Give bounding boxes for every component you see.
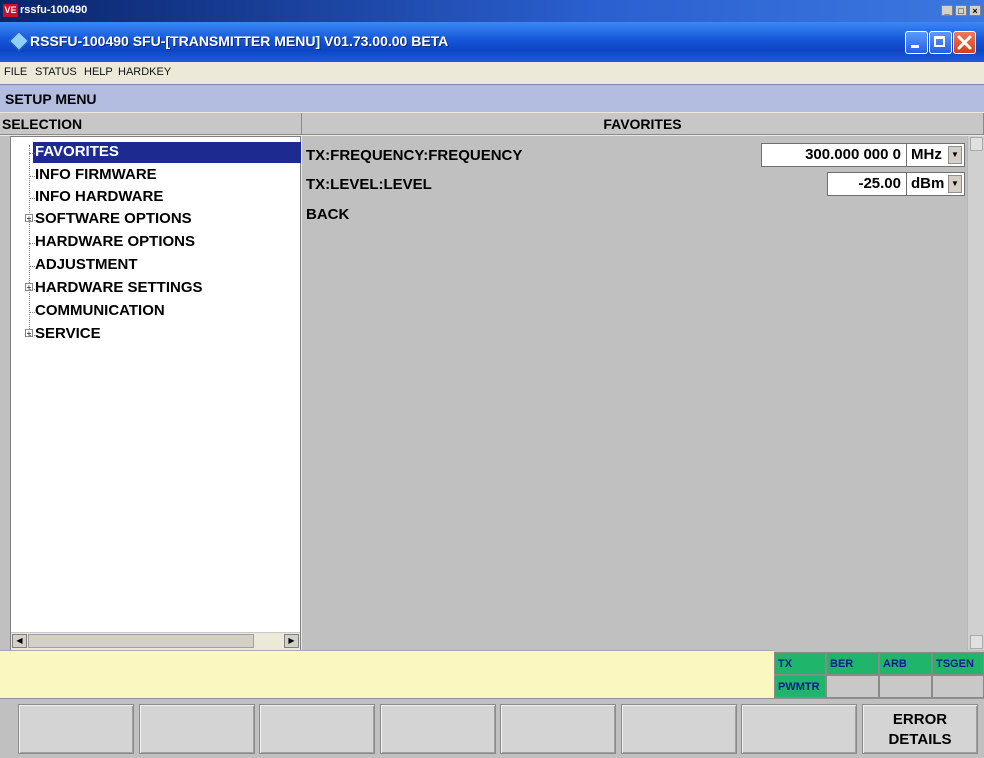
menu-bar: FILE STATUS HELP HARDKEY bbox=[0, 62, 984, 84]
menu-file[interactable]: FILE bbox=[4, 66, 27, 78]
tree-item-label: HARDWARE OPTIONS bbox=[35, 233, 196, 250]
indicator-empty bbox=[932, 675, 984, 698]
status-message-area bbox=[0, 650, 774, 698]
level-value-field[interactable]: -25.00 bbox=[827, 172, 907, 196]
app-title: RSSFU-100490 SFU-[TRANSMITTER MENU] V01.… bbox=[30, 33, 449, 49]
indicator-empty bbox=[879, 675, 932, 698]
tree-item-label: INFO HARDWARE bbox=[35, 188, 164, 205]
softkey-4[interactable] bbox=[380, 704, 496, 754]
setup-menu-title: SETUP MENU bbox=[5, 91, 97, 107]
softkey-3[interactable] bbox=[259, 704, 375, 754]
vnc-app-icon: VE bbox=[3, 4, 18, 17]
outer-close-icon[interactable]: × bbox=[969, 5, 981, 16]
tree-item-info-hardware[interactable]: INFO HARDWARE bbox=[28, 187, 167, 208]
tree-horizontal-scrollbar[interactable]: ◀ ▶ bbox=[11, 632, 300, 650]
close-icon bbox=[957, 35, 972, 50]
softkey-bar: ERROR DETAILS bbox=[0, 698, 984, 758]
tree-connector bbox=[29, 145, 30, 335]
param-row-level[interactable]: TX:LEVEL:LEVEL -25.00 dBm ▼ bbox=[302, 172, 967, 198]
scrollbar-thumb[interactable] bbox=[28, 634, 254, 648]
softkey-1[interactable] bbox=[18, 704, 134, 754]
panel-margin bbox=[0, 136, 10, 650]
level-unit-select[interactable]: dBm ▼ bbox=[906, 172, 965, 196]
indicator-ber: BER bbox=[826, 652, 879, 675]
tree-item-label: SERVICE bbox=[35, 325, 101, 342]
outer-window-titlebar[interactable]: VE rssfu-100490 _ □ × bbox=[0, 0, 984, 22]
tree-item-communication[interactable]: COMMUNICATION bbox=[29, 301, 169, 322]
outer-maximize-icon[interactable]: □ bbox=[955, 5, 967, 16]
outer-window-title: rssfu-100490 bbox=[20, 4, 88, 16]
tree-item-service[interactable]: SERVICE bbox=[29, 324, 105, 345]
scroll-up-icon[interactable] bbox=[970, 137, 983, 151]
param-label: TX:FREQUENCY:FREQUENCY bbox=[306, 147, 523, 164]
param-row-frequency[interactable]: TX:FREQUENCY:FREQUENCY 300.000 000 0 MHz… bbox=[302, 143, 967, 169]
tree-item-adjustment[interactable]: ADJUSTMENT bbox=[29, 255, 142, 276]
chevron-down-icon[interactable]: ▼ bbox=[948, 146, 962, 164]
tree-item-label: SOFTWARE OPTIONS bbox=[35, 210, 192, 227]
error-details-softkey[interactable]: ERROR DETAILS bbox=[862, 704, 978, 754]
tree-item-software-options[interactable]: SOFTWARE OPTIONS bbox=[29, 209, 196, 230]
indicator-empty bbox=[826, 675, 879, 698]
content-vertical-scrollbar[interactable] bbox=[967, 136, 984, 650]
indicator-tsgen: TSGEN bbox=[932, 652, 984, 675]
unit-label: MHz bbox=[911, 146, 942, 163]
app-titlebar[interactable]: RSSFU-100490 SFU-[TRANSMITTER MENU] V01.… bbox=[0, 22, 984, 62]
softkey-2[interactable] bbox=[139, 704, 255, 754]
selection-title: SELECTION bbox=[2, 116, 83, 132]
tree-item-hardware-settings[interactable]: HARDWARE SETTINGS bbox=[29, 278, 207, 299]
unit-label: dBm bbox=[911, 175, 945, 192]
tree-item-favorites[interactable]: FAVORITES bbox=[29, 142, 301, 163]
tree-item-label: FAVORITES bbox=[35, 143, 119, 160]
scroll-down-icon[interactable] bbox=[970, 635, 983, 649]
favorites-panel: TX:FREQUENCY:FREQUENCY 300.000 000 0 MHz… bbox=[302, 136, 984, 650]
favorites-title: FAVORITES bbox=[603, 116, 682, 132]
favorites-header: FAVORITES bbox=[302, 113, 984, 135]
chevron-down-icon[interactable]: ▼ bbox=[948, 175, 962, 193]
tree-item-label: ADJUSTMENT bbox=[35, 256, 138, 273]
scroll-left-icon[interactable]: ◀ bbox=[12, 634, 27, 648]
tree-item-label: HARDWARE SETTINGS bbox=[35, 279, 203, 296]
maximize-button[interactable] bbox=[929, 31, 952, 54]
close-button[interactable] bbox=[953, 31, 976, 54]
rohde-diamond-icon bbox=[9, 31, 29, 51]
menu-status[interactable]: STATUS bbox=[35, 66, 77, 78]
outer-minimize-icon[interactable]: _ bbox=[941, 5, 953, 16]
tree-item-hardware-options[interactable]: HARDWARE OPTIONS bbox=[28, 232, 199, 253]
frequency-value-field[interactable]: 300.000 000 0 bbox=[761, 143, 907, 167]
back-label: BACK bbox=[306, 206, 350, 223]
scroll-right-icon[interactable]: ▶ bbox=[284, 634, 299, 648]
softkey-6[interactable] bbox=[621, 704, 737, 754]
tree-item-label: COMMUNICATION bbox=[35, 302, 165, 319]
softkey-7[interactable] bbox=[741, 704, 857, 754]
indicator-arb: ARB bbox=[879, 652, 932, 675]
selection-header: SELECTION bbox=[0, 113, 302, 135]
selection-tree[interactable]: FAVORITES INFO FIRMWARE INFO HARDWARE + … bbox=[10, 136, 301, 650]
tree-item-info-firmware[interactable]: INFO FIRMWARE bbox=[29, 165, 161, 186]
frequency-unit-select[interactable]: MHz ▼ bbox=[906, 143, 965, 167]
setup-menu-header: SETUP MENU bbox=[0, 84, 984, 112]
indicator-panel: TX BER ARB TSGEN PWMTR bbox=[774, 650, 984, 698]
softkey-5[interactable] bbox=[500, 704, 616, 754]
menu-help[interactable]: HELP bbox=[84, 66, 113, 78]
menu-hardkey[interactable]: HARDKEY bbox=[118, 66, 171, 78]
indicator-tx: TX bbox=[774, 652, 826, 675]
tree-item-label: INFO FIRMWARE bbox=[35, 166, 157, 183]
param-label: TX:LEVEL:LEVEL bbox=[306, 176, 432, 193]
minimize-button[interactable] bbox=[905, 31, 928, 54]
indicator-pwmtr: PWMTR bbox=[774, 675, 826, 698]
back-item[interactable]: BACK bbox=[302, 202, 502, 226]
